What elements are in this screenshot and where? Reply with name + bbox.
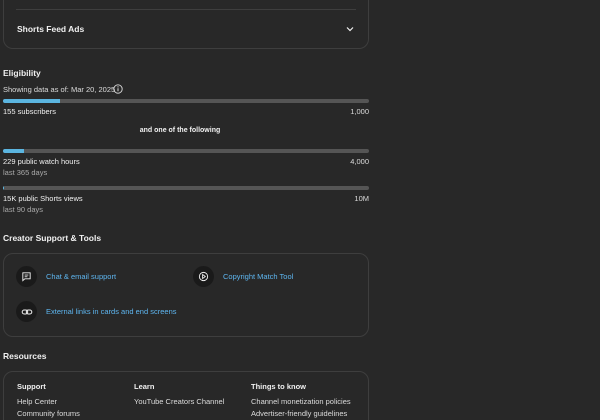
divider [16, 9, 356, 10]
watch-hours-goal: 4,000 [350, 157, 369, 166]
and-one-of-following-text: and one of the following [139, 127, 221, 134]
watch-hours-progress-fill [3, 149, 24, 153]
chevron-down-icon[interactable] [345, 24, 355, 34]
shorts-views-count: 15K public Shorts views [3, 194, 83, 203]
subscribers-progress-fill [3, 99, 60, 103]
chat-icon [16, 266, 37, 287]
resources-column-things-to-know: Things to know Channel monetization poli… [251, 382, 351, 420]
youtube-creators-channel-link[interactable]: YouTube Creators Channel [134, 396, 224, 408]
shorts-views-goal: 10M [354, 194, 369, 203]
resources-column-heading: Support [17, 382, 46, 391]
chat-email-support-label: Chat & email support [46, 272, 117, 281]
watch-hours-progress-bar [3, 149, 369, 153]
resources-column-learn: Learn YouTube Creators Channel [134, 382, 224, 408]
community-forums-link[interactable]: Community forums [17, 408, 80, 420]
chat-email-support-link[interactable]: Chat & email support [16, 266, 116, 287]
shorts-feed-ads-label: Shorts Feed Ads [17, 24, 85, 34]
resources-column-heading: Learn [134, 382, 155, 391]
link-icon [16, 301, 37, 322]
resources-title: Resources [3, 351, 47, 361]
creator-support-card: Chat & email support Copyright Match Too… [3, 253, 369, 337]
monetization-page: Shorts Feed Ads Eligibility Showing data… [0, 0, 600, 420]
shorts-views-period: last 90 days [3, 205, 44, 214]
copyright-match-tool-link[interactable]: Copyright Match Tool [193, 266, 293, 287]
shorts-views-progress-fill [3, 186, 4, 190]
subscribers-count: 155 subscribers [3, 107, 56, 116]
channel-monetization-policies-link[interactable]: Channel monetization policies [251, 396, 351, 408]
watch-hours-count: 229 public watch hours [3, 157, 80, 166]
shorts-feed-ads-card[interactable]: Shorts Feed Ads [3, 0, 369, 49]
subscribers-progress-bar [3, 99, 369, 103]
copyright-match-tool-label: Copyright Match Tool [223, 272, 294, 281]
help-center-link[interactable]: Help Center [17, 396, 80, 408]
external-links-label: External links in cards and end screens [46, 307, 177, 316]
subscribers-goal: 1,000 [350, 107, 369, 116]
resources-column-support: Support Help Center Community forums [17, 382, 80, 420]
shorts-views-progress-bar [3, 186, 369, 190]
copyright-match-icon [193, 266, 214, 287]
resources-card: Support Help Center Community forums Lea… [3, 371, 369, 420]
info-icon[interactable] [113, 84, 123, 94]
external-links-link[interactable]: External links in cards and end screens [16, 301, 177, 322]
eligibility-title: Eligibility [3, 68, 41, 78]
resources-column-heading: Things to know [251, 382, 306, 391]
watch-hours-period: last 365 days [3, 168, 48, 177]
creator-support-title: Creator Support & Tools [3, 233, 102, 243]
advertiser-friendly-guidelines-link[interactable]: Advertiser-friendly guidelines [251, 408, 351, 420]
data-as-of-text: Showing data as of: Mar 20, 2025 [3, 85, 116, 94]
